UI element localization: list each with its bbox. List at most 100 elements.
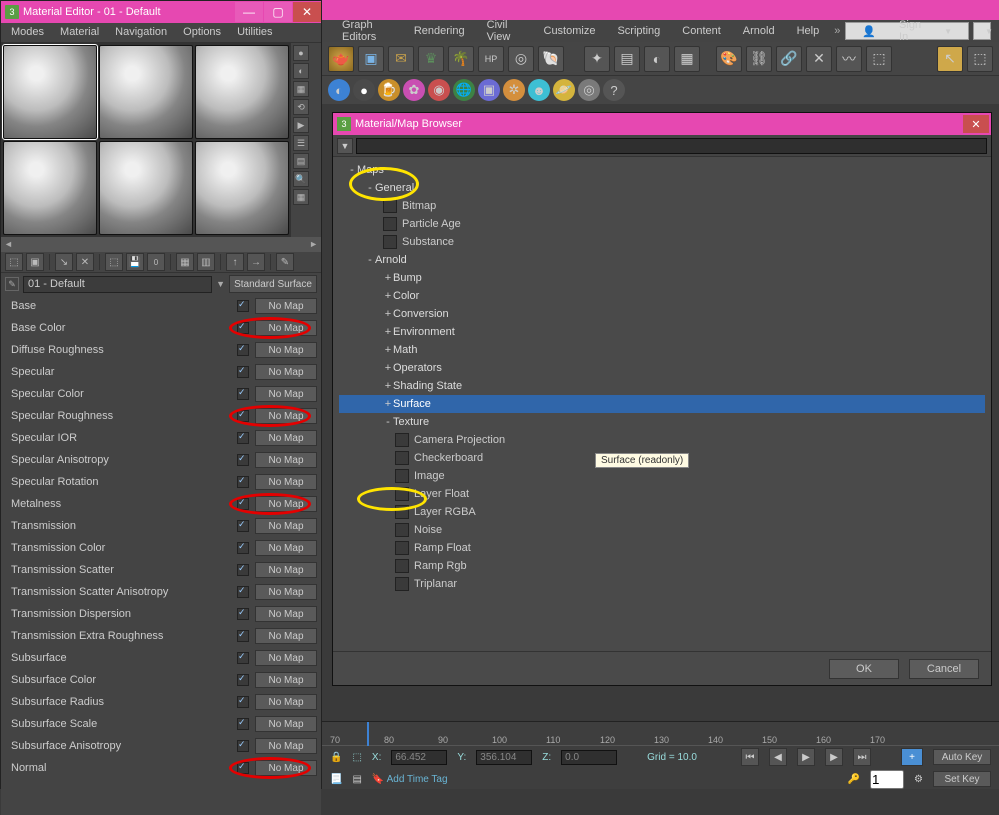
- param-map-button[interactable]: No Map: [255, 606, 317, 622]
- param-checkbox[interactable]: [237, 740, 249, 752]
- param-map-button[interactable]: No Map: [255, 760, 317, 776]
- param-map-button[interactable]: No Map: [255, 320, 317, 336]
- param-map-button[interactable]: No Map: [255, 430, 317, 446]
- select-region-icon[interactable]: ⬚: [967, 46, 993, 72]
- menu-modes[interactable]: Modes: [3, 23, 52, 42]
- param-map-button[interactable]: No Map: [255, 694, 317, 710]
- expand-icon[interactable]: +: [383, 290, 393, 302]
- param-checkbox[interactable]: [237, 388, 249, 400]
- script-icon[interactable]: 📃: [330, 774, 342, 785]
- link-icon[interactable]: 🔗: [776, 46, 802, 72]
- tree-conversion[interactable]: + Conversion: [339, 305, 985, 323]
- menu-customize[interactable]: Customize: [534, 23, 606, 39]
- tree-math[interactable]: + Math: [339, 341, 985, 359]
- menu-help[interactable]: Help: [787, 23, 830, 39]
- cancel-button[interactable]: Cancel: [909, 659, 979, 679]
- key-mode-icon[interactable]: 🔑: [848, 774, 860, 785]
- envelope-icon[interactable]: ✉: [388, 46, 414, 72]
- tree-shading-state[interactable]: + Shading State: [339, 377, 985, 395]
- material-type-button[interactable]: Standard Surface: [229, 275, 317, 293]
- next-frame-icon[interactable]: ▶: [825, 748, 843, 766]
- tree-particle-age[interactable]: Particle Age: [339, 215, 985, 233]
- time-config-icon[interactable]: ⚙: [914, 774, 923, 785]
- goto-end-icon[interactable]: ⏭: [853, 748, 871, 766]
- show-map-icon[interactable]: ▦: [176, 253, 194, 271]
- video-icon[interactable]: ▶: [293, 117, 309, 133]
- vortex-icon[interactable]: ◎: [578, 79, 600, 101]
- material-name-input[interactable]: [23, 276, 212, 293]
- play-icon[interactable]: ▶: [797, 748, 815, 766]
- put-library-icon[interactable]: 💾: [126, 253, 144, 271]
- menu-utilities[interactable]: Utilities: [229, 23, 280, 42]
- pick-icon[interactable]: ✎: [276, 253, 294, 271]
- tree-triplanar[interactable]: Triplanar: [339, 575, 985, 593]
- space-icon[interactable]: ⬚: [866, 46, 892, 72]
- x-input[interactable]: [391, 750, 447, 765]
- expand-icon[interactable]: +: [383, 308, 393, 320]
- selection-icon[interactable]: ⬚: [352, 752, 361, 763]
- param-checkbox[interactable]: [237, 762, 249, 774]
- timeline-ruler[interactable]: 708090100110120130140150160170: [322, 722, 999, 746]
- param-checkbox[interactable]: [237, 564, 249, 576]
- tree-arnold[interactable]: - Arnold: [339, 251, 985, 269]
- expand-icon[interactable]: -: [383, 416, 393, 428]
- z-input[interactable]: [561, 750, 617, 765]
- add-key-icon[interactable]: +: [901, 748, 923, 766]
- menu-options[interactable]: Options: [175, 23, 229, 42]
- minimize-button[interactable]: —: [235, 2, 263, 22]
- param-checkbox[interactable]: [237, 410, 249, 422]
- go-parent-icon[interactable]: ↑: [226, 253, 244, 271]
- param-map-button[interactable]: No Map: [255, 364, 317, 380]
- planet-icon[interactable]: 🪐: [553, 79, 575, 101]
- sample-slot-3[interactable]: [195, 45, 289, 139]
- options-icon[interactable]: ☰: [293, 135, 309, 151]
- param-checkbox[interactable]: [237, 366, 249, 378]
- rings-icon[interactable]: ◎: [508, 46, 534, 72]
- render-icon[interactable]: ▦: [674, 46, 700, 72]
- parameter-list[interactable]: BaseNo MapBase ColorNo MapDiffuse Roughn…: [1, 295, 321, 815]
- time-slider[interactable]: [367, 722, 369, 746]
- param-checkbox[interactable]: [237, 322, 249, 334]
- teapot-icon[interactable]: 🫖: [328, 46, 354, 72]
- menu-scripting[interactable]: Scripting: [607, 23, 670, 39]
- tree-texture[interactable]: - Texture: [339, 413, 985, 431]
- tree-ramp-float[interactable]: Ramp Float: [339, 539, 985, 557]
- goto-start-icon[interactable]: ⏮: [741, 748, 759, 766]
- browser-tree[interactable]: - Maps- GeneralBitmapParticle AgeSubstan…: [333, 157, 991, 647]
- material-editor-icon[interactable]: ◐: [644, 46, 670, 72]
- param-map-button[interactable]: No Map: [255, 628, 317, 644]
- help-icon[interactable]: ?: [603, 79, 625, 101]
- smile-icon[interactable]: ☻: [528, 79, 550, 101]
- menu-material[interactable]: Material: [52, 23, 107, 42]
- paint-icon[interactable]: 🎨: [716, 46, 742, 72]
- tree-surface[interactable]: + Surface: [339, 395, 985, 413]
- param-map-button[interactable]: No Map: [255, 650, 317, 666]
- sign-in-button[interactable]: 👤Sign In▼: [845, 22, 969, 40]
- menu-overflow-icon[interactable]: »: [831, 25, 843, 37]
- expand-icon[interactable]: -: [365, 254, 375, 266]
- param-map-button[interactable]: No Map: [255, 518, 317, 534]
- param-checkbox[interactable]: [237, 300, 249, 312]
- background-icon[interactable]: ▦: [293, 81, 309, 97]
- sample-slot-5[interactable]: [99, 141, 193, 235]
- sample-slot-1[interactable]: [3, 45, 97, 139]
- param-map-button[interactable]: No Map: [255, 672, 317, 688]
- param-checkbox[interactable]: [237, 674, 249, 686]
- material-editor-titlebar[interactable]: 3 Material Editor - 01 - Default — ▢ ✕: [1, 1, 321, 23]
- menu-arnold[interactable]: Arnold: [733, 23, 785, 39]
- expand-icon[interactable]: -: [365, 182, 375, 194]
- menu-graph-editors[interactable]: Graph Editors: [332, 17, 402, 45]
- param-map-button[interactable]: No Map: [255, 298, 317, 314]
- param-checkbox[interactable]: [237, 718, 249, 730]
- param-checkbox[interactable]: [237, 652, 249, 664]
- repeat-icon[interactable]: ⟲: [293, 99, 309, 115]
- tree-layer-rgba[interactable]: Layer RGBA: [339, 503, 985, 521]
- box-icon[interactable]: ▣: [358, 46, 384, 72]
- set-key-button[interactable]: Set Key: [933, 771, 991, 787]
- param-map-button[interactable]: No Map: [255, 496, 317, 512]
- ok-button[interactable]: OK: [829, 659, 899, 679]
- id-icon[interactable]: 0: [147, 253, 165, 271]
- pic-icon[interactable]: ▣: [478, 79, 500, 101]
- tree-environment[interactable]: + Environment: [339, 323, 985, 341]
- tree-color[interactable]: + Color: [339, 287, 985, 305]
